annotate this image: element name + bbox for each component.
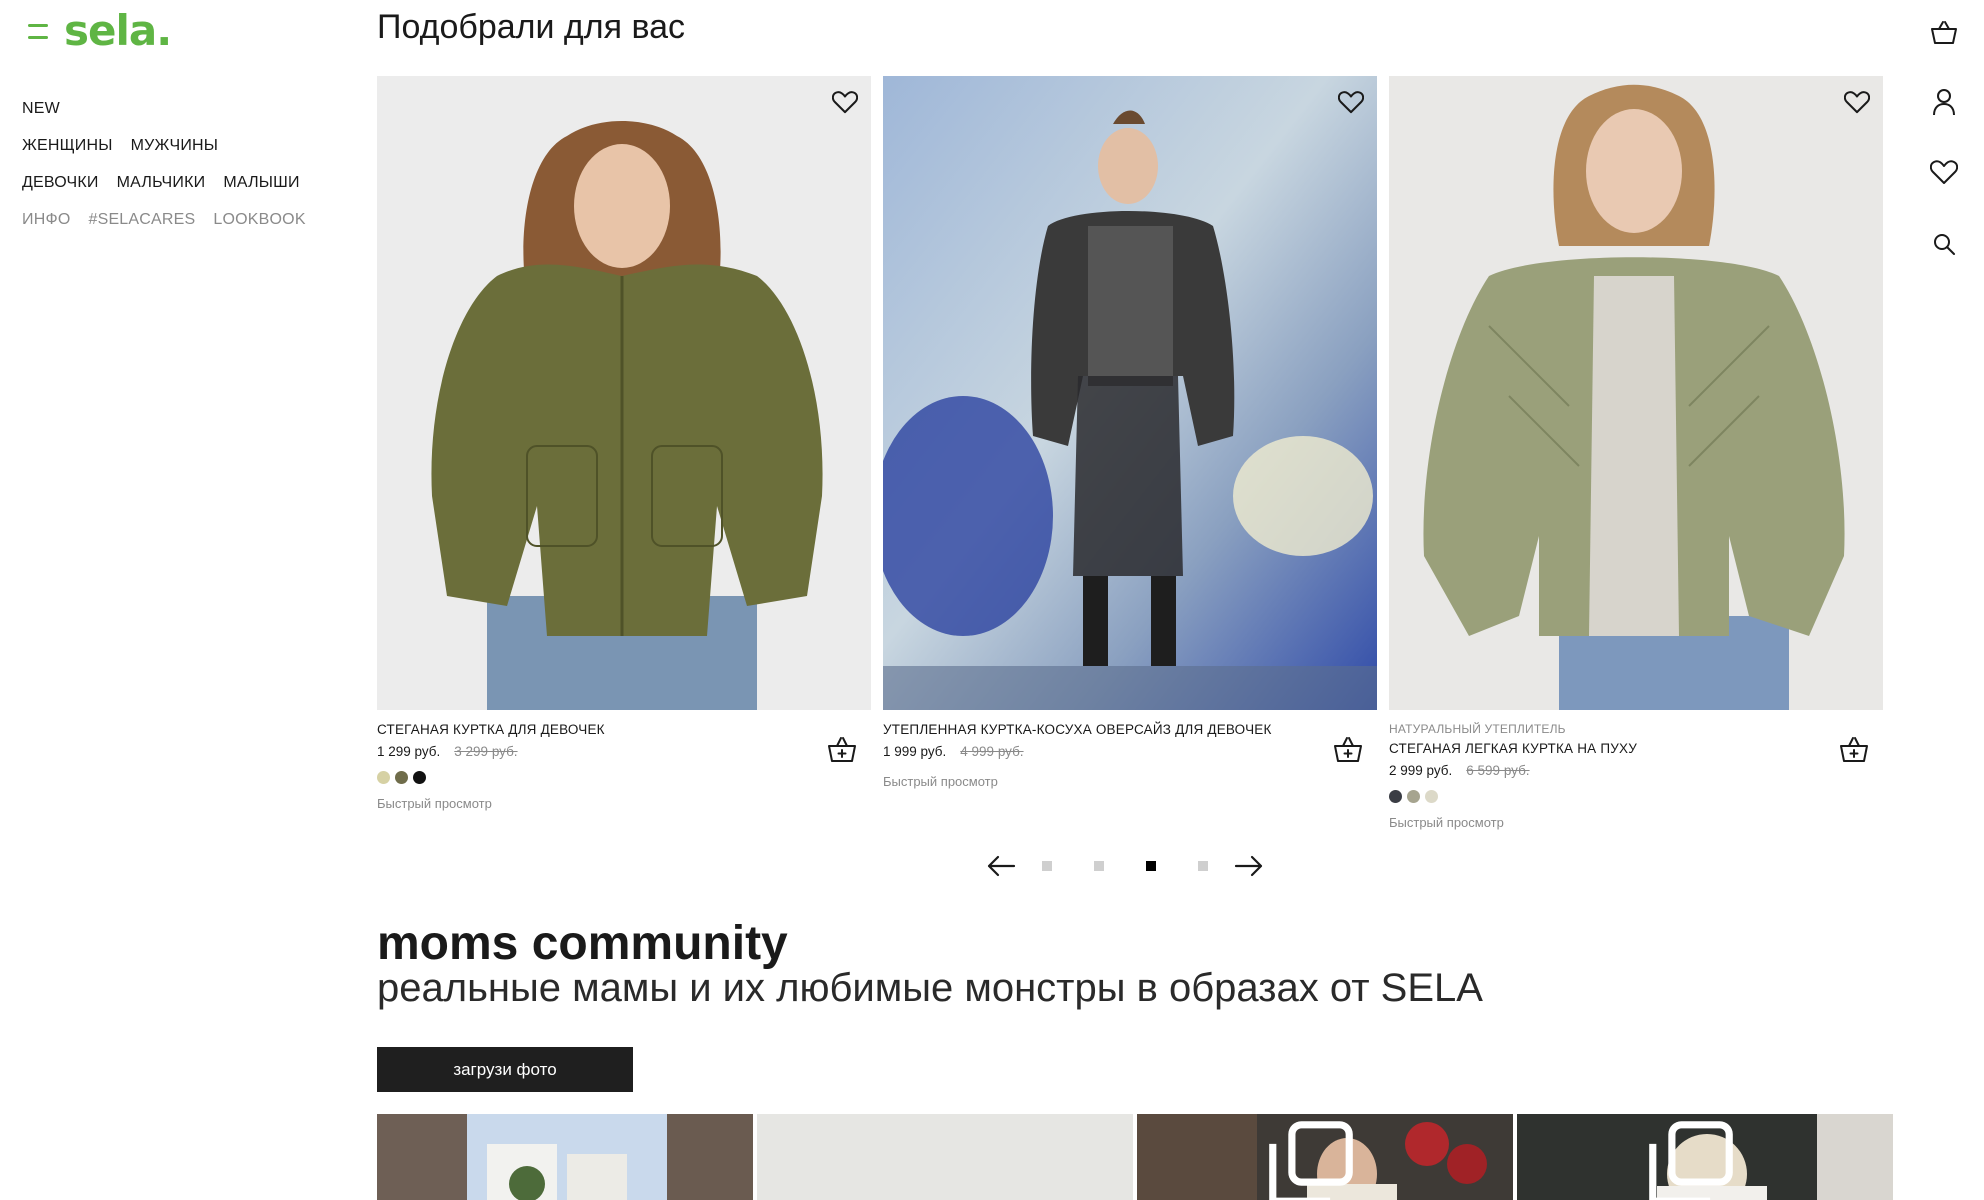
product-feature: НАТУРАЛЬНЫЙ УТЕПЛИТЕЛЬ [1389,722,1566,736]
nav-item-men[interactable]: МУЖЧИНЫ [131,137,219,155]
carousel-pager [981,846,1269,886]
arrow-right-icon[interactable] [1229,846,1269,886]
product-price: 1 999 руб. 4 999 руб. [883,744,1377,766]
multiple-photos-icon [1137,1120,1499,1200]
gallery-item[interactable] [1137,1114,1513,1200]
price-old: 3 299 руб. [454,744,518,759]
add-to-cart-icon[interactable] [1331,732,1365,766]
color-swatch[interactable] [1425,789,1438,803]
pager-dot[interactable] [1094,861,1104,871]
nav-row-secondary: ИНФО #SELACARES LOOKBOOK [22,201,306,238]
product-card[interactable]: СТЕГАНАЯ КУРТКА ДЛЯ ДЕВОЧЕК 1 299 руб. 3 … [377,76,871,840]
color-swatches [377,766,871,788]
color-swatch[interactable] [1389,789,1402,803]
logo[interactable]: sela. [28,10,172,52]
product-card[interactable]: НАТУРАЛЬНЫЙ УТЕПЛИТЕЛЬ СТЕГАНАЯ ЛЕГКАЯ К… [1389,76,1883,840]
nav-row: ДЕВОЧКИ МАЛЬЧИКИ МАЛЫШИ [22,164,306,201]
product-info: УТЕПЛЕННАЯ КУРТКА-КОСУХА ОВЕРСАЙЗ ДЛЯ ДЕ… [883,710,1377,840]
search-icon[interactable] [1926,226,1962,262]
pager-dot[interactable] [1042,861,1052,871]
nav-item-info[interactable]: ИНФО [22,211,70,229]
brand-logo[interactable]: sela. [64,10,172,52]
arrow-left-icon[interactable] [981,846,1021,886]
price-current: 1 999 руб. [883,744,947,759]
gallery-photo [757,1114,1133,1200]
basket-icon[interactable] [1926,14,1962,50]
gallery-item[interactable] [757,1114,1133,1200]
community-title: moms community [377,917,788,970]
add-to-cart-icon[interactable] [825,732,859,766]
community-subtitle: реальные мамы и их любимые монстры в обр… [377,966,1483,1010]
multiple-photos-icon [1517,1120,1879,1200]
community-gallery [377,1114,1893,1200]
add-to-cart-icon[interactable] [1837,732,1871,766]
product-image[interactable] [377,76,871,710]
favorite-heart-icon[interactable] [829,86,861,118]
nav-item-babies[interactable]: МАЛЫШИ [223,174,299,192]
nav-item-boys[interactable]: МАЛЬЧИКИ [117,174,206,192]
pager-dot-active[interactable] [1146,861,1156,871]
product-carousel: СТЕГАНАЯ КУРТКА ДЛЯ ДЕВОЧЕК 1 299 руб. 3 … [377,76,1885,836]
product-info: НАТУРАЛЬНЫЙ УТЕПЛИТЕЛЬ СТЕГАНАЯ ЛЕГКАЯ К… [1389,710,1883,840]
gallery-photo [377,1114,753,1200]
product-photo [883,76,1377,710]
main-nav: NEW ЖЕНЩИНЫ МУЖЧИНЫ ДЕВОЧКИ МАЛЬЧИКИ МАЛ… [22,90,306,238]
nav-item-selacares[interactable]: #SELACARES [88,211,195,229]
color-swatches [1389,785,1883,807]
nav-item-women[interactable]: ЖЕНЩИНЫ [22,137,113,155]
product-image[interactable] [1389,76,1883,710]
color-swatch[interactable] [413,770,426,784]
nav-row: ЖЕНЩИНЫ МУЖЧИНЫ [22,127,306,164]
section-title: Подобрали для вас [377,8,686,46]
icon-rail [1904,0,1984,1200]
price-old: 4 999 руб. [960,744,1024,759]
color-swatch[interactable] [1407,789,1420,803]
favorite-heart-icon[interactable] [1335,86,1367,118]
quick-view-link[interactable]: Быстрый просмотр [377,796,871,811]
quick-view-link[interactable]: Быстрый просмотр [883,774,1377,789]
product-price: 1 299 руб. 3 299 руб. [377,744,871,766]
nav-item-girls[interactable]: ДЕВОЧКИ [22,174,99,192]
product-name[interactable]: СТЕГАНАЯ КУРТКА ДЛЯ ДЕВОЧЕК [377,722,871,744]
product-photo [1389,76,1883,710]
color-swatch[interactable] [395,770,408,784]
menu-icon[interactable] [28,20,52,42]
nav-row: NEW [22,90,306,127]
color-swatch[interactable] [377,770,390,784]
gallery-item[interactable] [377,1114,753,1200]
product-price: 2 999 руб. 6 599 руб. [1389,763,1883,785]
price-old: 6 599 руб. [1466,763,1530,778]
sidebar: sela. NEW ЖЕНЩИНЫ МУЖЧИНЫ ДЕВОЧКИ МАЛЬЧИ… [0,0,360,1200]
product-name[interactable]: УТЕПЛЕННАЯ КУРТКА-КОСУХА ОВЕРСАЙЗ ДЛЯ ДЕ… [883,722,1377,744]
user-icon[interactable] [1926,84,1962,120]
product-card[interactable]: УТЕПЛЕННАЯ КУРТКА-КОСУХА ОВЕРСАЙЗ ДЛЯ ДЕ… [883,76,1377,840]
product-name[interactable]: СТЕГАНАЯ ЛЕГКАЯ КУРТКА НА ПУХУ [1389,741,1883,763]
heart-icon[interactable] [1926,154,1962,190]
favorite-heart-icon[interactable] [1841,86,1873,118]
price-current: 2 999 руб. [1389,763,1453,778]
gallery-item[interactable] [1517,1114,1893,1200]
product-image[interactable] [883,76,1377,710]
upload-photo-button[interactable]: загрузи фото [377,1047,633,1092]
price-current: 1 299 руб. [377,744,441,759]
quick-view-link[interactable]: Быстрый просмотр [1389,815,1883,830]
nav-item-new[interactable]: NEW [22,100,60,118]
product-info: СТЕГАНАЯ КУРТКА ДЛЯ ДЕВОЧЕК 1 299 руб. 3 … [377,710,871,840]
product-photo [377,76,871,710]
nav-item-lookbook[interactable]: LOOKBOOK [213,211,305,229]
pager-dot[interactable] [1198,861,1208,871]
